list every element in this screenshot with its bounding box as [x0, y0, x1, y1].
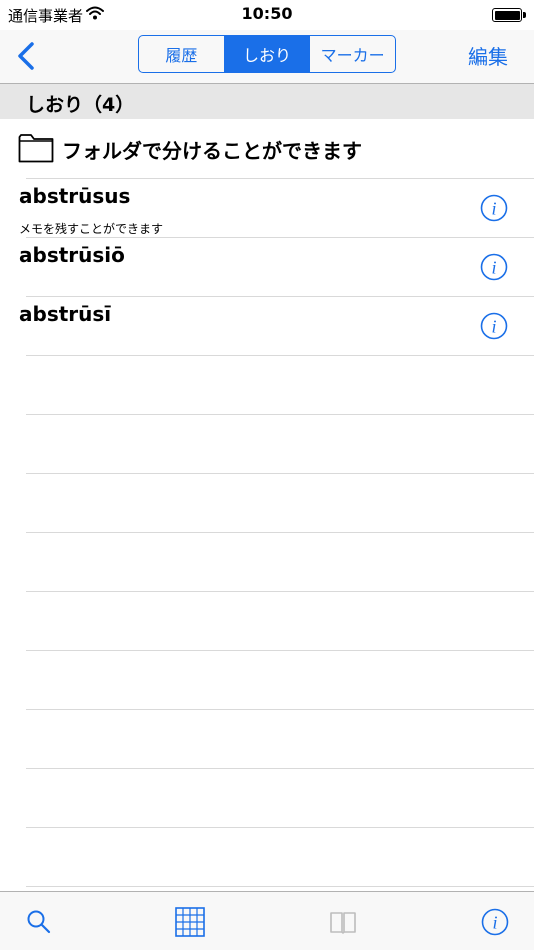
book-icon[interactable]: [326, 906, 360, 938]
item-title: abstrūsiō: [19, 243, 125, 267]
status-bar: 通信事業者 10:50: [0, 0, 534, 30]
svg-text:i: i: [491, 317, 496, 337]
tab-bar: i: [0, 891, 534, 950]
info-icon[interactable]: i: [478, 906, 512, 938]
list-item[interactable]: abstrūsus メモを残すことができます i: [0, 178, 534, 237]
folder-label: フォルダで分けることができます: [62, 139, 362, 163]
list-item[interactable]: abstrūsiō i: [0, 237, 534, 296]
item-title: abstrūsus: [19, 184, 131, 208]
back-button[interactable]: [12, 38, 42, 74]
svg-text:i: i: [491, 199, 496, 219]
divider: [26, 768, 534, 769]
divider: [26, 473, 534, 474]
svg-text:i: i: [492, 913, 497, 933]
info-icon[interactable]: i: [480, 194, 508, 222]
divider: [26, 414, 534, 415]
info-icon[interactable]: i: [480, 312, 508, 340]
section-header: しおり（4）: [0, 84, 534, 119]
info-icon[interactable]: i: [480, 253, 508, 281]
navigation-bar: 履歴 しおり マーカー 編集: [0, 30, 534, 84]
divider: [26, 650, 534, 651]
chevron-left-icon: [18, 42, 34, 70]
divider: [26, 886, 534, 887]
divider: [26, 827, 534, 828]
divider: [26, 355, 534, 356]
segment-bookmarks[interactable]: しおり: [224, 36, 311, 72]
list-item[interactable]: abstrūsī i: [0, 296, 534, 355]
segment-markers[interactable]: マーカー: [310, 36, 395, 72]
item-note: メモを残すことができます: [19, 222, 164, 236]
status-time: 10:50: [241, 4, 293, 23]
grid-icon[interactable]: [173, 906, 207, 938]
segmented-control: 履歴 しおり マーカー: [138, 35, 396, 73]
item-title: abstrūsī: [19, 302, 112, 326]
search-icon[interactable]: [22, 906, 56, 938]
section-title: しおり（4）: [26, 94, 135, 116]
divider: [26, 591, 534, 592]
segment-history[interactable]: 履歴: [139, 36, 225, 72]
divider: [26, 532, 534, 533]
folder-icon: [18, 134, 54, 163]
edit-button[interactable]: 編集: [468, 41, 508, 70]
folder-row[interactable]: フォルダで分けることができます: [0, 119, 534, 178]
divider: [26, 709, 534, 710]
svg-text:i: i: [491, 258, 496, 278]
battery-icon: [492, 8, 526, 22]
